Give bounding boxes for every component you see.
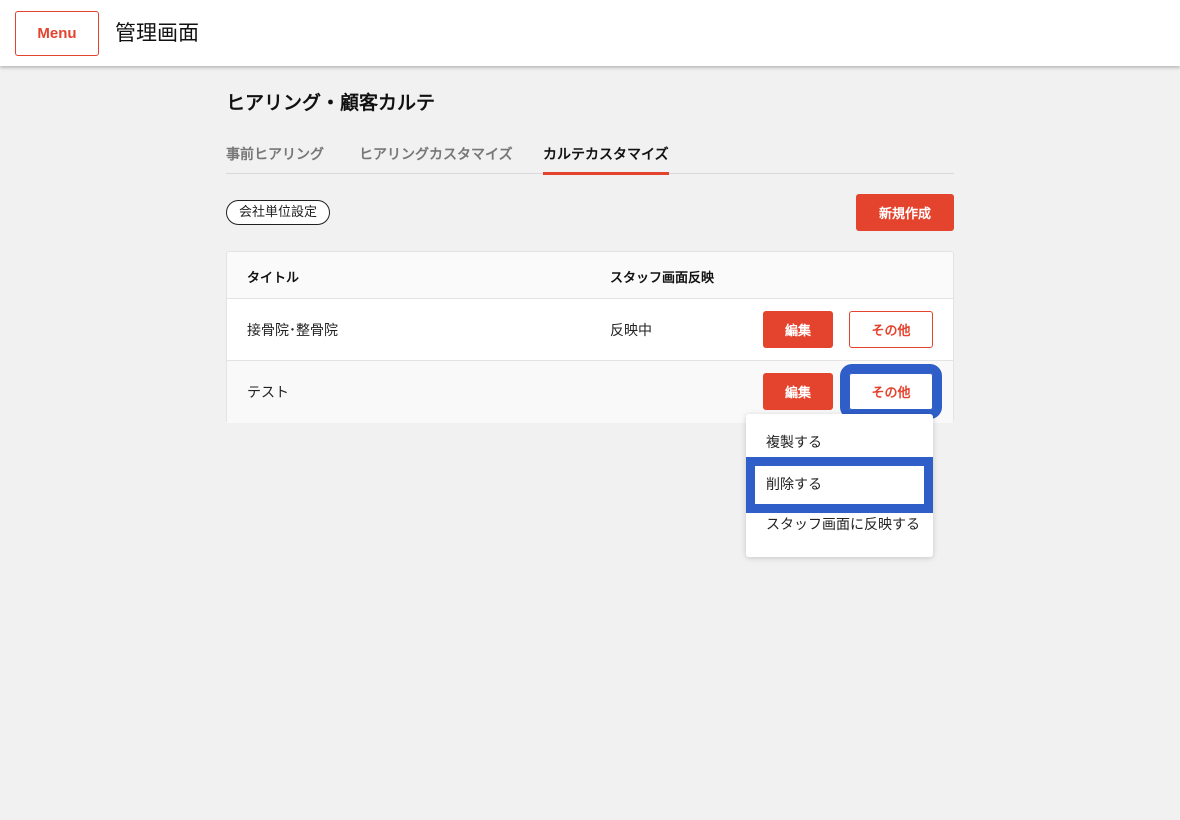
tab-pre-hearing[interactable]: 事前ヒアリング	[226, 144, 324, 175]
other-button-focused[interactable]: その他	[840, 364, 942, 419]
other-button[interactable]: その他	[849, 311, 933, 348]
column-header-title: タイトル	[247, 271, 300, 286]
menu-button[interactable]: Menu	[15, 11, 99, 56]
table-header: タイトル スタッフ画面反映	[227, 252, 953, 299]
tab-bar: 事前ヒアリング ヒアリングカスタマイズ カルテカスタマイズ	[226, 142, 954, 175]
edit-button[interactable]: 編集	[763, 373, 833, 410]
karte-table: タイトル スタッフ画面反映 接骨院･整骨院 反映中 編集 その他 テスト 編集 …	[226, 251, 954, 423]
row-title: 接骨院･整骨院	[247, 323, 338, 339]
menu-item-reflect-staff[interactable]: スタッフ画面に反映する	[746, 505, 933, 546]
column-header-staff-reflect: スタッフ画面反映	[610, 271, 715, 286]
scope-badge[interactable]: 会社単位設定	[226, 200, 331, 225]
app-header: Menu 管理画面	[0, 0, 1180, 66]
other-dropdown-menu: 複製する 削除する スタッフ画面に反映する	[746, 414, 933, 557]
new-button[interactable]: 新規作成	[856, 194, 954, 231]
row-title: テスト	[247, 385, 289, 401]
tab-karte-customize[interactable]: カルテカスタマイズ	[543, 144, 669, 175]
edit-button[interactable]: 編集	[763, 311, 833, 348]
tab-hearing-customize[interactable]: ヒアリングカスタマイズ	[359, 144, 513, 175]
app-title: 管理画面	[115, 21, 199, 45]
page-title: ヒアリング・顧客カルテ	[226, 92, 436, 114]
table-row: 接骨院･整骨院 反映中 編集 その他	[227, 299, 953, 361]
row-status: 反映中	[610, 323, 652, 339]
